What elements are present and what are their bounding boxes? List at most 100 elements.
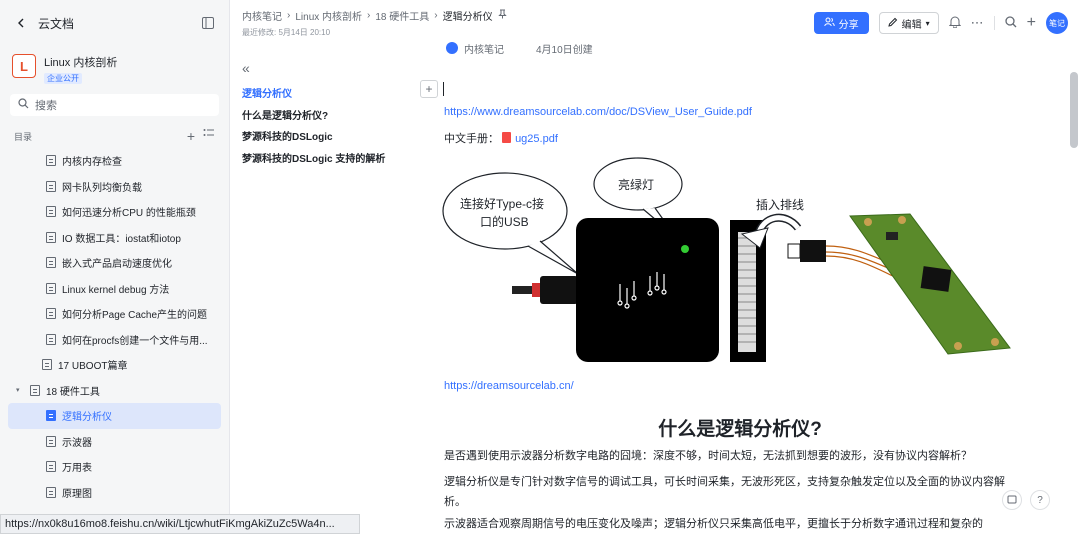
sidebar-tree-item[interactable]: Linux kernel debug 方法 [8, 276, 221, 302]
sidebar-tree-label: 万用表 [62, 463, 92, 475]
sidebar-tree-item[interactable]: 逻辑分析仪 [8, 403, 221, 429]
manual-file-link[interactable]: ug25.pdf [515, 133, 558, 145]
section-heading: 什么是逻辑分析仪? [658, 419, 822, 440]
sidebar-tree-label: IO 数据工具：iostat和iotop [62, 233, 181, 245]
device-body [576, 218, 719, 362]
doc-outline: « 逻辑分析仪 什么是逻辑分析仪? 梦源科技的DSLogic 梦源科技的DSLogic… [242, 60, 412, 170]
author-avatar [446, 42, 458, 54]
sidebar-tree-label: 17 UBOOT篇章 [58, 361, 128, 373]
green-led [681, 245, 689, 253]
chevron-right-icon: › [367, 10, 371, 21]
breadcrumb-item[interactable]: Linux 内核剖析 [295, 8, 362, 23]
users-icon [823, 17, 835, 30]
document-icon [46, 282, 56, 294]
comment-icon[interactable] [1002, 490, 1022, 510]
sidebar-tree-label: 原理图 [62, 488, 92, 500]
help-icon[interactable]: ? [1030, 490, 1050, 510]
document-icon [46, 231, 56, 243]
paragraph-2: 逻辑分析仪是专门针对数字信号的调试工具，可长时间采集，无波形死区，支持复杂触发定… [444, 476, 1005, 508]
doc-tree: 内核内存检查网卡队列均衡负载如何迅速分析CPU 的性能瓶颈 IO 数据工具：ios… [0, 148, 229, 505]
text-cursor [443, 82, 444, 96]
space-logo: L [12, 54, 36, 78]
edit-button[interactable]: 编辑 ▾ [878, 12, 939, 34]
sidebar-tree-item[interactable]: 示波器 [8, 429, 221, 455]
pin-icon[interactable] [497, 9, 507, 22]
outline-item[interactable]: 什么是逻辑分析仪? [242, 106, 412, 128]
usb-callout-text-2: 口的USB [480, 214, 529, 229]
sidebar-tree-label: 网卡队列均衡负载 [62, 182, 142, 194]
document-icon [46, 206, 56, 218]
document-icon [46, 435, 56, 447]
created-date: 4月10日创建 [536, 44, 593, 56]
sidebar-tree-label: 18 硬件工具 [46, 386, 100, 398]
sidebar-tree-item[interactable]: 17 UBOOT篇章 [8, 352, 221, 378]
search-placeholder: 搜索 [35, 100, 57, 112]
site-link[interactable]: https://dreamsourcelab.cn/ [444, 380, 574, 392]
led-callout-text: 亮绿灯 [618, 177, 654, 192]
sidebar-tree-label: 内核内存检查 [62, 157, 122, 169]
paragraph-1: 是否遇到使用示波器分析数字电路的囧境：深度不够，时间太短，无法抓到想要的波形，没… [444, 450, 972, 462]
plus-icon[interactable]: + [1027, 14, 1036, 32]
author-name[interactable]: 内核笔记 [464, 41, 504, 56]
sidebar-tree-item[interactable]: 内核内存检查 [8, 148, 221, 174]
divider [993, 16, 995, 30]
sidebar-tree-label: 嵌入式产品启动速度优化 [62, 259, 172, 271]
add-icon[interactable]: + [187, 128, 195, 144]
document-icon [46, 180, 56, 192]
search-icon [18, 98, 29, 112]
sidebar-tree-label: 逻辑分析仪 [62, 412, 112, 424]
list-icon[interactable] [203, 128, 215, 144]
toc-header: 目录 + [0, 116, 229, 148]
chevron-right-icon: › [287, 10, 291, 21]
sidebar-tree-item[interactable]: ▾ 18 硬件工具 [8, 378, 221, 404]
sidebar-toggle-icon[interactable] [199, 14, 217, 32]
sidebar-tree-item[interactable]: 万用表 [8, 454, 221, 480]
share-button[interactable]: 分享 [813, 12, 869, 34]
space-header[interactable]: L Linux 内核剖析 企业公开 [0, 46, 229, 88]
outline-item[interactable]: 梦源科技的DSLogic 支持的解析 [242, 149, 412, 171]
manual-line: 中文手册： ug25.pdf [444, 130, 558, 146]
collapse-outline-icon[interactable]: « [242, 60, 412, 76]
guide-link[interactable]: https://www.dreamsourcelab.com/doc/DSVie… [444, 106, 752, 118]
search-input[interactable]: 搜索 [10, 94, 219, 116]
sidebar-tree-label: 如何在procfs创建一个文件与用... [62, 335, 208, 347]
sidebar-tree-item[interactable]: 如何迅速分析CPU 的性能瓶颈 [8, 199, 221, 225]
dslogic-illustration: 连接好Type-c接 口的USB 亮绿灯 插入排线 [442, 157, 1011, 362]
status-url: https://nx0k8u16mo8.feishu.cn/wiki/Ltjcw… [0, 514, 360, 534]
sidebar-tree-item[interactable]: 原理图 [8, 480, 221, 506]
breadcrumb-item[interactable]: 内核笔记 [242, 8, 282, 23]
caret-down-icon[interactable]: ▾ [16, 386, 24, 394]
search-icon[interactable] [1005, 15, 1017, 31]
chevron-down-icon: ▾ [925, 18, 930, 28]
manual-label: 中文手册： [444, 133, 499, 145]
document-icon [46, 486, 56, 498]
document-icon [46, 333, 56, 345]
outline-item[interactable]: 逻辑分析仪 [242, 84, 412, 106]
document-icon [46, 308, 56, 320]
document-icon [42, 359, 52, 371]
document-icon [46, 257, 56, 269]
sidebar-tree-item[interactable]: 如何在procfs创建一个文件与用... [8, 327, 221, 353]
breadcrumb: 内核笔记 › Linux 内核剖析 › 18 硬件工具 › 逻辑分析仪 [242, 8, 507, 23]
edit-label: 编辑 [901, 19, 922, 31]
sidebar-tree-item[interactable]: IO 数据工具：iostat和iotop [8, 225, 221, 251]
document-icon [46, 155, 56, 167]
space-badge: 企业公开 [44, 73, 82, 84]
more-icon[interactable]: ⋯ [971, 15, 984, 31]
sidebar-tree-item[interactable]: 嵌入式产品启动速度优化 [8, 250, 221, 276]
scrollbar[interactable] [1070, 72, 1078, 148]
pdf-icon [502, 132, 512, 143]
chevron-right-icon: › [434, 10, 438, 21]
sidebar-tree-item[interactable]: 如何分析Page Cache产生的问题 [8, 301, 221, 327]
outline-item[interactable]: 梦源科技的DSLogic [242, 127, 412, 149]
sidebar-tree-label: Linux kernel debug 方法 [62, 284, 170, 296]
paragraph-3: 示波器适合观察周期信号的电压变化及噪声；逻辑分析仪只采集高低电平，更擅长于分析数… [444, 518, 983, 530]
document-icon [30, 384, 40, 396]
sidebar-tree-label: 如何分析Page Cache产生的问题 [62, 310, 208, 322]
insert-block-button[interactable]: + [420, 80, 438, 98]
back-button[interactable]: 云文档 [12, 14, 74, 32]
breadcrumb-item[interactable]: 18 硬件工具 [375, 8, 429, 23]
sidebar-tree-item[interactable]: 网卡队列均衡负载 [8, 174, 221, 200]
avatar[interactable]: 笔记 [1046, 12, 1068, 34]
bell-icon[interactable] [948, 15, 961, 31]
